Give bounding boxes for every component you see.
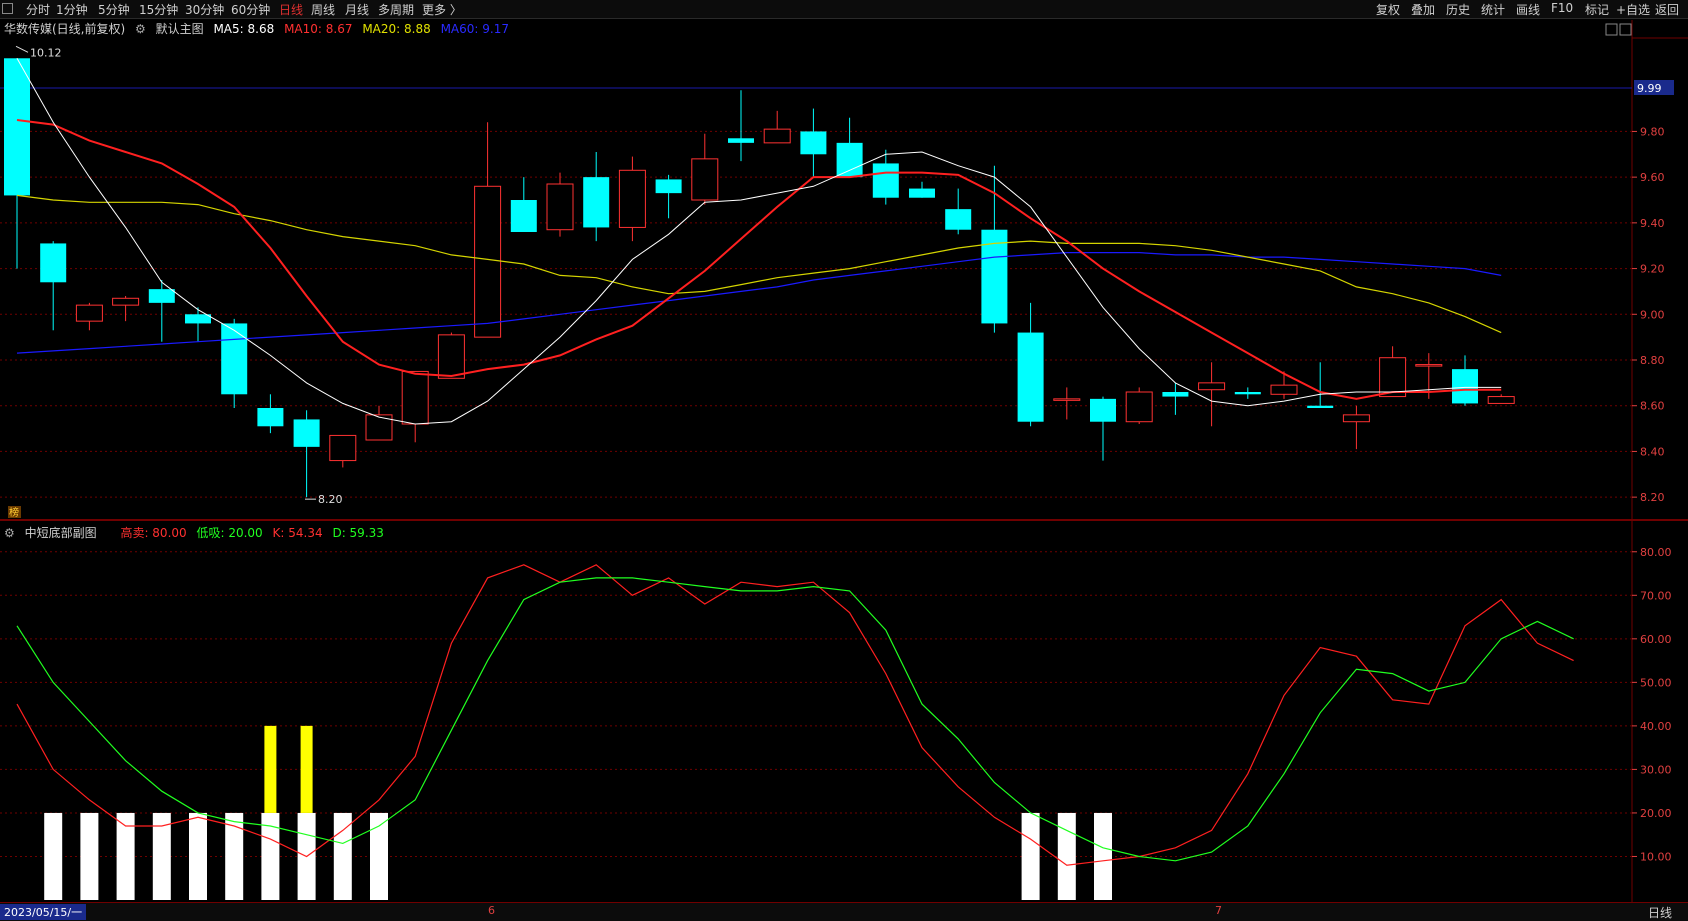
signal-bar-yellow xyxy=(300,725,313,813)
candle-body-down xyxy=(1234,392,1261,395)
period-label: 日线 xyxy=(1647,906,1672,920)
candle-body-up xyxy=(1198,382,1226,391)
candle-body-down xyxy=(583,177,610,228)
signal-bar-white xyxy=(333,812,352,900)
candle-body-down xyxy=(185,314,211,324)
high-pointer xyxy=(15,45,29,53)
candle-body-down xyxy=(1017,332,1044,422)
candle-body-down xyxy=(800,131,827,155)
signal-bar-white xyxy=(44,812,63,900)
candle-body-up xyxy=(618,169,646,228)
candle-body-down xyxy=(655,179,682,194)
candle-body-up xyxy=(1379,357,1407,398)
signal-bar-white xyxy=(1021,812,1040,900)
candle-body-down xyxy=(728,138,754,143)
sub-tick-label: 30.00 xyxy=(1640,763,1672,776)
candle-body-down xyxy=(4,58,30,196)
price-axis: 9.80 9.60 9.40 9.20 9.00 8.80 8.60 8.40 8.20 80.0… xyxy=(1632,80,1674,863)
candle-body-up xyxy=(546,183,574,231)
window-icon xyxy=(1619,23,1632,36)
month-tick-july: 7 xyxy=(1215,904,1222,917)
candle-body-down xyxy=(510,200,537,232)
window-icon xyxy=(1605,23,1618,36)
candle-body-down xyxy=(945,209,972,230)
price-tick-label: 9.60 xyxy=(1640,171,1665,184)
price-tick-label: 9.40 xyxy=(1640,217,1665,230)
candle-body-down xyxy=(872,163,899,198)
sub-tick-label: 20.00 xyxy=(1640,807,1672,820)
ranking-badge-label: 榜 xyxy=(9,506,19,519)
price-tick-label: 9.20 xyxy=(1640,263,1665,276)
candle-body-up xyxy=(401,370,429,425)
candle-body-down xyxy=(257,408,284,427)
candle-body-up xyxy=(1125,391,1153,423)
signal-bar-white xyxy=(1094,812,1112,900)
price-tick-label: 9.80 xyxy=(1640,125,1665,138)
month-tick-june: 6 xyxy=(488,904,495,917)
candle-body-up xyxy=(691,158,719,201)
sub-tick-label: 50.00 xyxy=(1640,676,1672,689)
signal-bar-white xyxy=(1057,812,1076,900)
high-price-label: 10.12 xyxy=(30,46,62,59)
candle-body-down xyxy=(1162,392,1189,397)
date-axis: 2023/05/15/一 6 7 日线 xyxy=(0,902,1688,921)
candle-body-down xyxy=(40,243,67,283)
candle-body-down xyxy=(1090,398,1116,422)
ma20-line xyxy=(16,194,1502,334)
sub-tick-label: 70.00 xyxy=(1640,589,1672,602)
sub-tick-label: 60.00 xyxy=(1640,633,1672,646)
price-tick-label: 8.20 xyxy=(1640,491,1665,504)
indicator-lines xyxy=(16,58,1574,866)
candle-body-down xyxy=(909,188,935,198)
price-tick-label: 9.00 xyxy=(1640,308,1665,321)
candle-body-up xyxy=(1053,398,1081,401)
sub-tick-label: 10.00 xyxy=(1640,850,1672,863)
candle-body-up xyxy=(1270,384,1298,395)
candle-body-down xyxy=(1307,405,1334,408)
signal-bar-white xyxy=(80,812,99,900)
sub-tick-label: 80.00 xyxy=(1640,546,1672,559)
candle-body-up xyxy=(1415,364,1443,367)
candle-body-down xyxy=(1452,369,1478,404)
signal-bar-white xyxy=(189,812,207,900)
d-line xyxy=(16,577,1574,862)
price-tick-label: 8.40 xyxy=(1640,445,1665,458)
candle-body-up xyxy=(1487,396,1515,404)
low-price-label: 8.20 xyxy=(318,493,343,506)
k-line xyxy=(16,564,1574,866)
candle-body-up xyxy=(75,304,103,322)
candle-body-up xyxy=(763,128,791,144)
candle-body-up xyxy=(1342,414,1370,423)
price-tick-label: 8.60 xyxy=(1640,400,1665,413)
kline-chart[interactable]: 9.80 9.60 9.40 9.20 9.00 8.80 8.60 8.40 8.20 80.0… xyxy=(0,0,1688,902)
candle-body-down xyxy=(221,323,248,395)
price-tag: 9.99 xyxy=(1637,82,1662,95)
chart-annotations: 10.12 8.20 榜 xyxy=(8,23,1632,519)
candle-body-down xyxy=(148,289,175,303)
candle-body-up xyxy=(474,185,502,338)
current-date: 2023/05/15/一 xyxy=(0,904,87,920)
candlesticks xyxy=(4,58,1515,498)
candle-body-down xyxy=(836,142,863,178)
candle-body-up xyxy=(329,434,357,462)
signal-bar-yellow xyxy=(264,725,277,813)
candle-body-up xyxy=(437,334,465,379)
sub-tick-label: 40.00 xyxy=(1640,720,1672,733)
candle-body-down xyxy=(293,419,320,447)
price-tick-label: 8.80 xyxy=(1640,354,1665,367)
candle-body-up xyxy=(112,297,140,306)
